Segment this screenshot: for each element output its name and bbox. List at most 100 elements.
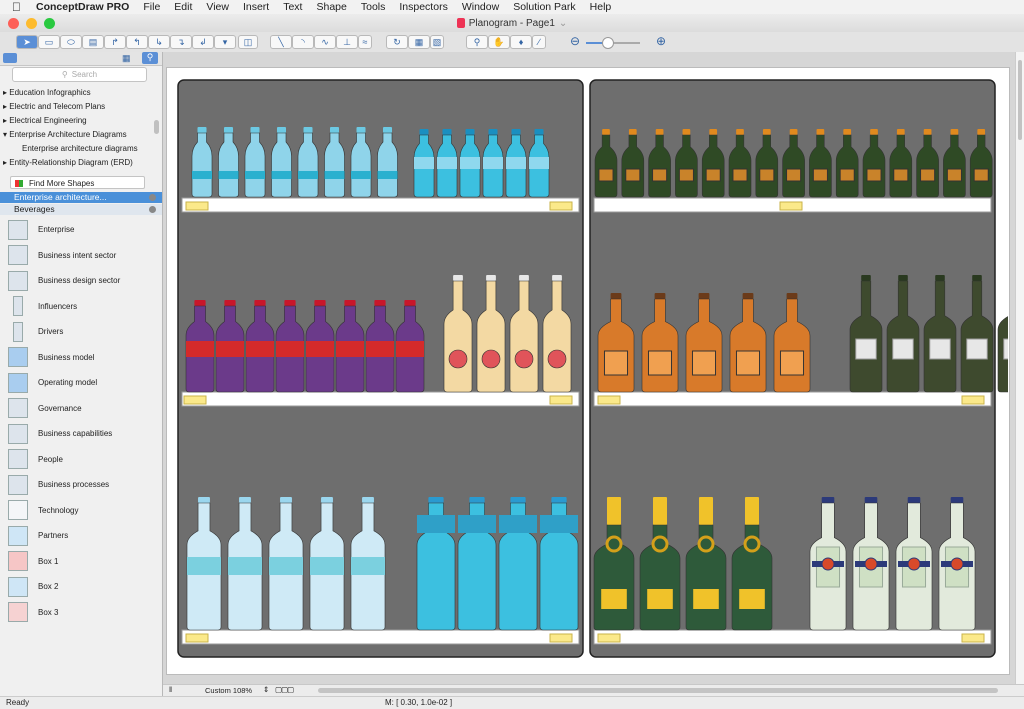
library-item[interactable]: ▸ Education Infographics [0, 86, 154, 100]
bottle-label [732, 168, 748, 182]
search-toggle-icon[interactable]: ⚲ [142, 52, 158, 64]
menu-insert[interactable]: Insert [243, 1, 269, 13]
line-tool-button[interactable]: ╲ [270, 35, 292, 49]
minimize-window-icon[interactable] [26, 18, 37, 29]
zoom-select[interactable]: Custom 108% [205, 686, 252, 695]
bottle-cap [870, 129, 878, 135]
library-tool-button[interactable]: ◫ [238, 35, 258, 49]
shape-item[interactable]: Box 3 [0, 600, 162, 626]
close-library-icon[interactable] [149, 206, 156, 213]
shape-label: Technology [38, 505, 79, 515]
shape-item[interactable]: Business capabilities [0, 421, 162, 447]
shape-item[interactable]: People [0, 447, 162, 473]
shape-item[interactable]: Box 1 [0, 549, 162, 575]
chain-connector-button[interactable]: ↲ [192, 35, 214, 49]
round-connector-button[interactable]: ↴ [170, 35, 192, 49]
vertical-scrollbar[interactable] [1015, 52, 1024, 684]
group-tool-button[interactable]: ▦ [408, 35, 430, 49]
shape-item[interactable]: Box 2 [0, 574, 162, 600]
sidebar-header: ▦ ⚲ [0, 52, 162, 66]
beverages-library-header[interactable]: Beverages [0, 204, 162, 215]
menu-view[interactable]: View [206, 1, 229, 13]
shape-item[interactable]: Business processes [0, 472, 162, 498]
libraries-tab-icon[interactable] [3, 53, 17, 63]
zoom-stepper-icon[interactable]: ⇕ [263, 685, 269, 694]
apple-icon[interactable]:  [12, 0, 26, 14]
active-library-header[interactable]: Enterprise architecture... [0, 192, 162, 203]
hand-tool-icon[interactable]: ✋ [488, 35, 510, 49]
library-list-scrollbar[interactable] [154, 120, 159, 134]
library-item[interactable]: ▸ Electric and Telecom Plans [0, 100, 154, 114]
ellipse-tool-button[interactable]: ⬭ [60, 35, 82, 49]
planogram-drawing[interactable] [166, 67, 1008, 673]
library-item[interactable]: ▸ Entity-Relationship Diagram (ERD) [0, 156, 154, 170]
close-library-icon[interactable] [149, 194, 156, 201]
shape-item[interactable]: Business intent sector [0, 243, 162, 269]
bottle-label [458, 515, 496, 533]
horizontal-scrollbar[interactable] [318, 688, 998, 693]
menu-window[interactable]: Window [462, 1, 499, 13]
spline-tool-button[interactable]: ⊥ [336, 35, 358, 49]
menu-inspectors[interactable]: Inspectors [399, 1, 447, 13]
find-more-shapes-button[interactable]: Find More Shapes [10, 176, 145, 189]
menu-help[interactable]: Help [590, 1, 612, 13]
arc-tool-button[interactable]: ◝ [292, 35, 314, 49]
vertical-scroll-thumb[interactable] [1018, 60, 1022, 140]
shape-item[interactable]: Technology [0, 498, 162, 524]
menu-text[interactable]: Text [283, 1, 302, 13]
close-window-icon[interactable] [8, 18, 19, 29]
page-view-icons[interactable]: ▢▢▢ [275, 685, 294, 694]
bottle-label [625, 168, 641, 182]
menu-edit[interactable]: Edit [174, 1, 192, 13]
zoom-in-icon[interactable]: ⊕ [656, 34, 666, 48]
zoom-slider-knob[interactable] [602, 37, 614, 49]
eyedropper-tool-icon[interactable]: ∕ [532, 35, 546, 49]
price-tag [549, 633, 573, 643]
bottle-label [245, 171, 265, 179]
freehand-tool-button[interactable]: ≈ [358, 35, 372, 49]
shape-item[interactable]: Operating model [0, 370, 162, 396]
stamp-tool-icon[interactable]: ♦ [510, 35, 532, 49]
library-item[interactable]: ▸ Electrical Engineering [0, 114, 154, 128]
zoom-window-icon[interactable] [44, 18, 55, 29]
shape-item[interactable]: Influencers [0, 294, 162, 320]
shape-item[interactable]: Enterprise [0, 217, 162, 243]
shape-item[interactable]: Partners [0, 523, 162, 549]
bottle-cap [404, 300, 416, 306]
bezier-tool-button[interactable]: ∿ [314, 35, 336, 49]
connector-tool-button[interactable]: ↱ [104, 35, 126, 49]
rectangle-tool-button[interactable]: ▭ [38, 35, 60, 49]
app-menu[interactable]: ConceptDraw PRO [36, 1, 129, 13]
shelf-board [181, 197, 580, 213]
menu-solution-park[interactable]: Solution Park [513, 1, 575, 13]
shape-thumbnail [13, 321, 23, 342]
menu-tools[interactable]: Tools [361, 1, 386, 13]
ungroup-tool-button[interactable]: ▧ [430, 35, 444, 49]
library-item[interactable]: ▾ Enterprise Architecture Diagrams [0, 128, 154, 142]
page-tabs-handle[interactable]: ‖ [169, 685, 172, 694]
chevron-down-icon[interactable]: ⌄ [559, 18, 567, 29]
select-tool-button[interactable]: ➤ [16, 35, 38, 49]
rotate-tool-button[interactable]: ↻ [386, 35, 408, 49]
bottle-cap [198, 497, 210, 503]
text-tool-button[interactable]: ▤ [82, 35, 104, 49]
zoom-tool-icon[interactable]: ⚲ [466, 35, 488, 49]
menu-shape[interactable]: Shape [316, 1, 346, 13]
bottle-cap [239, 497, 251, 503]
library-subitem[interactable]: Enterprise architecture diagrams [0, 142, 154, 156]
zoom-out-icon[interactable]: ⊖ [570, 34, 580, 48]
menu-file[interactable]: File [143, 1, 160, 13]
shape-item[interactable]: Business design sector [0, 268, 162, 294]
active-library-label: Enterprise architecture... [14, 192, 107, 202]
bottle-label [946, 168, 962, 182]
arc-connector-button[interactable]: ↳ [148, 35, 170, 49]
bottle-cap [907, 497, 921, 503]
grid-view-icon[interactable]: ▦ [122, 53, 131, 64]
shape-item[interactable]: Governance [0, 396, 162, 422]
shape-item[interactable]: Drivers [0, 319, 162, 345]
tree-connector-button[interactable]: ▾ [214, 35, 236, 49]
library-item-label: Electric and Telecom Plans [9, 102, 106, 111]
shape-item[interactable]: Business model [0, 345, 162, 371]
search-input[interactable]: ⚲ Search [12, 67, 147, 82]
smart-connector-button[interactable]: ↰ [126, 35, 148, 49]
